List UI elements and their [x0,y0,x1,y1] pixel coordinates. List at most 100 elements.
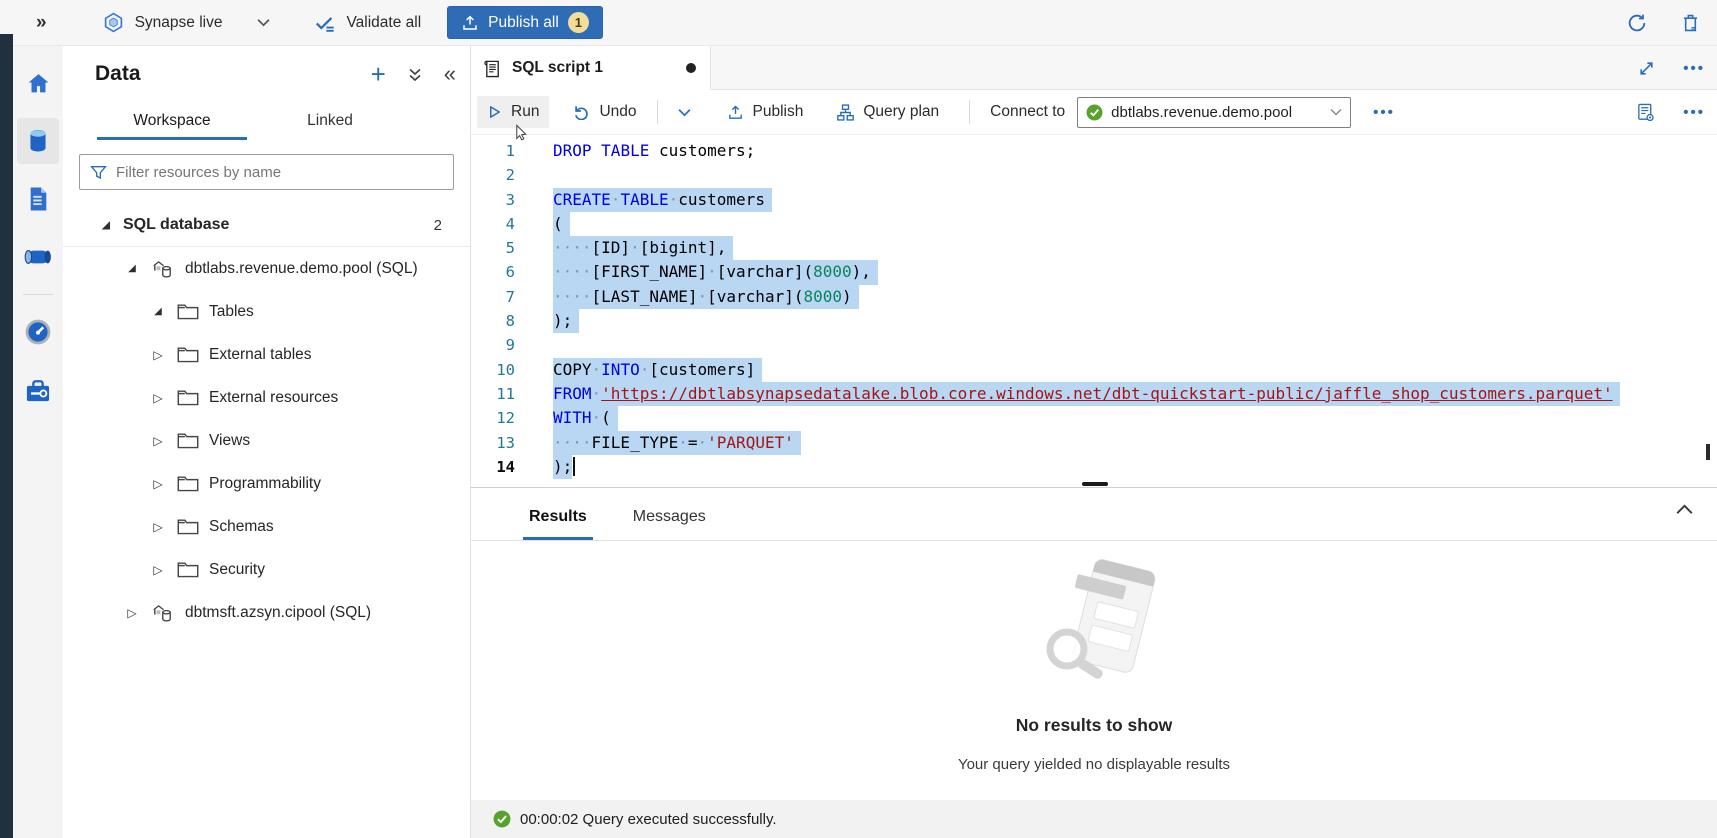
validate-all-label: Validate all [346,14,421,32]
tree-item-schemas[interactable]: ▷Schemas [63,505,470,548]
refresh-icon[interactable] [1626,12,1648,34]
code-line-8[interactable]: 8); [471,309,1717,333]
publish-count-badge: 1 [568,12,589,33]
tree-item-views[interactable]: ▷ Views [63,419,470,462]
folder-icon [177,346,199,363]
code-line-4[interactable]: 4( [471,212,1717,236]
tree-item-external-resources[interactable]: ▷ External resources [63,376,470,419]
connection-value: dbtlabs.revenue.demo.pool [1111,104,1322,121]
mode-label: Synapse live [135,14,223,32]
tab-sql-script-1[interactable]: SQL script 1 [471,46,711,90]
expand-node-icon[interactable]: ▷ [151,520,165,534]
line-number: 5 [471,236,529,260]
code-line-3[interactable]: 3CREATE·TABLE·customers [471,188,1717,212]
expand-node-icon[interactable]: ▷ [151,391,165,405]
filter-box [79,154,454,190]
expand-node-icon[interactable]: ▷ [151,563,165,577]
line-number: 11 [471,382,529,406]
tree-item-tables[interactable]: ◢Tables [63,290,470,333]
line-number: 8 [471,309,529,333]
toolbar-more-button[interactable]: ••• [1373,104,1395,121]
chevron-down-icon [257,18,270,27]
line-number: 13 [471,431,529,455]
code-line-7[interactable]: 7····[LAST_NAME]·[varchar](8000) [471,285,1717,309]
top-bar: » Synapse live Validate all Publish all … [0,0,1717,46]
tree-item-dbtlabs-revenue-demo-pool-sql[interactable]: ◢dbtlabs.revenue.demo.pool (SQL) [63,247,470,290]
code-line-14[interactable]: 14); [471,455,1717,479]
nav-rail-item-integrate[interactable] [17,234,59,280]
run-options-chevron[interactable] [668,101,701,124]
tab-linked[interactable]: Linked [251,104,409,140]
query-plan-button[interactable]: Query plan [827,96,949,128]
nav-rail-item-home[interactable] [17,60,59,106]
tree-item-programmability[interactable]: ▷ Programmability [63,462,470,505]
tree-item-dbtmsft-azsyn-cipool-sql[interactable]: ▷dbtmsft.azsyn.cipool (SQL) [63,591,470,634]
undo-button[interactable]: Undo [563,96,646,128]
nav-rail-item-develop[interactable] [17,176,59,222]
splitter-drag-handle[interactable] [1082,482,1108,486]
code-line-1[interactable]: 1DROP TABLE customers; [471,139,1717,163]
expand-editor-icon[interactable] [1638,60,1655,77]
expand-node-icon[interactable]: ▷ [151,434,165,448]
publish-all-button[interactable]: Publish all 1 [447,6,603,39]
tree-item-security[interactable]: ▷Security [63,548,470,591]
line-number: 7 [471,285,529,309]
line-number: 3 [471,188,529,212]
add-resource-button[interactable]: + [371,64,386,84]
nav-rail-item-manage[interactable] [17,367,59,413]
tree-item-label: Programmability [209,475,321,493]
validate-icon [314,12,336,34]
properties-icon[interactable] [1636,102,1655,123]
discard-all-trash-icon[interactable] [1680,12,1701,34]
tab-title: SQL script 1 [512,59,603,77]
code-line-6[interactable]: 6····[FIRST_NAME]·[varchar](8000), [471,260,1717,284]
tree-item-external-tables[interactable]: ▷ External tables [63,333,470,376]
connection-dropdown[interactable]: dbtlabs.revenue.demo.pool [1077,97,1351,128]
filter-input[interactable] [116,164,443,181]
code-line-13[interactable]: 13····FILE_TYPE·=·'PARQUET' [471,431,1717,455]
code-line-5[interactable]: 5····[ID]·[bigint], [471,236,1717,260]
code-line-9[interactable]: 9 [471,333,1717,357]
run-button[interactable]: Run [477,96,549,128]
collapse-node-icon[interactable]: ◢ [151,306,165,317]
expand-node-icon[interactable]: ▷ [151,348,165,362]
expand-all-icon[interactable] [408,67,422,82]
code-line-10[interactable]: 10COPY·INTO·[customers] [471,358,1717,382]
folder-icon [177,561,199,578]
collapse-panel-button[interactable]: « [444,65,456,83]
collapse-node-icon[interactable]: ◢ [99,220,113,231]
tab-more-actions-button[interactable]: ••• [1683,60,1705,77]
connection-ok-icon [1086,104,1103,121]
tree-item-sql-database[interactable]: ◢SQL database2 [63,204,470,247]
tree-item-label: External tables [209,346,312,364]
collapse-node-icon[interactable]: ◢ [125,263,139,274]
query-plan-label: Query plan [863,103,939,121]
tab-results[interactable]: Results [527,508,589,540]
tree-item-label: External resources [209,389,338,407]
folder-icon [177,518,199,535]
expand-sidebar-chevrons-icon[interactable]: » [36,12,47,34]
results-header: Results Messages [471,488,1717,541]
expand-node-icon[interactable]: ▷ [125,606,139,620]
validate-all-button[interactable]: Validate all [314,12,421,34]
database-icon [151,258,175,280]
synapse-live-dropdown[interactable]: Synapse live [103,12,271,33]
line-number: 12 [471,406,529,430]
nav-rail-item-monitor[interactable] [17,309,59,355]
tree-item-label: Views [209,432,250,450]
code-line-2[interactable]: 2 [471,163,1717,187]
no-results-illustration [1019,553,1169,711]
code-editor[interactable]: 1DROP TABLE customers;23CREATE·TABLE·cus… [471,135,1717,487]
monitor-icon [24,318,52,346]
tab-messages[interactable]: Messages [631,508,708,540]
editor-more-button[interactable]: ••• [1683,104,1705,121]
collapsed-nav-strip[interactable] [0,34,13,838]
nav-rail-item-data[interactable] [17,118,59,164]
publish-button[interactable]: Publish [717,96,814,128]
code-line-11[interactable]: 11FROM·'https://dbtlabsynapsedatalake.bl… [471,382,1717,406]
tab-workspace[interactable]: Workspace [93,104,251,140]
expand-node-icon[interactable]: ▷ [151,477,165,491]
collapse-results-chevron-icon[interactable] [1676,504,1693,515]
code-line-12[interactable]: 12WITH·( [471,406,1717,430]
results-body: No results to show Your query yielded no… [471,541,1717,800]
